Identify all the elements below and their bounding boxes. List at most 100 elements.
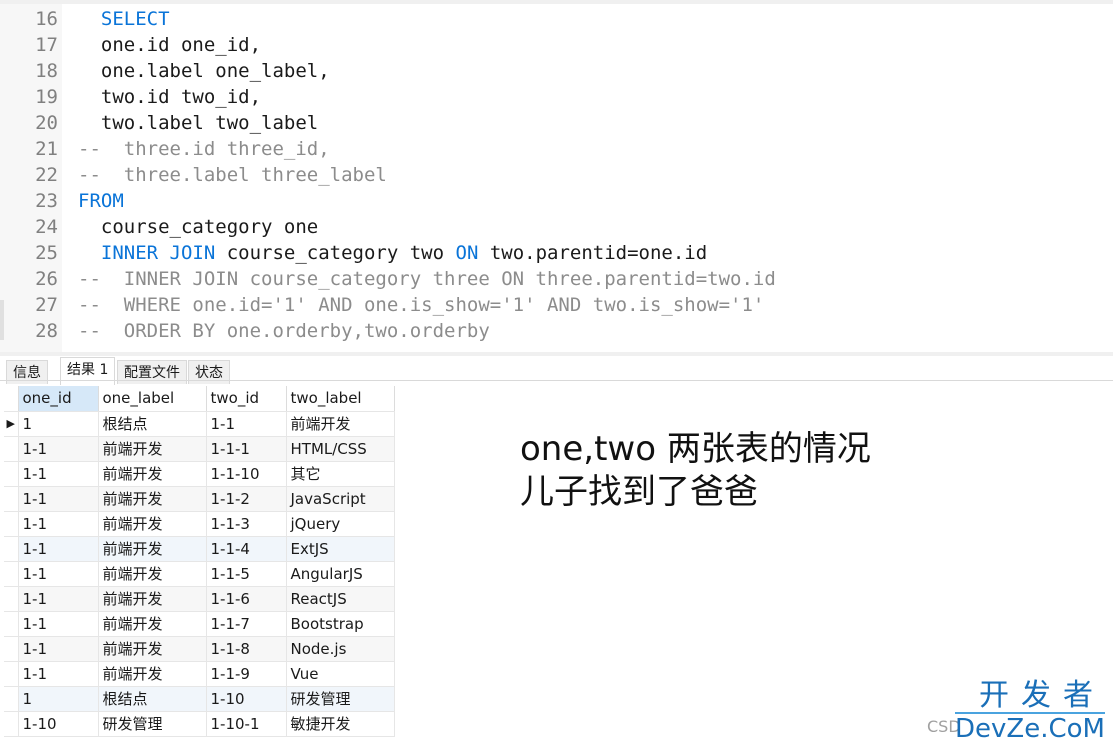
cell-one-id[interactable]: 1-1	[18, 661, 99, 687]
code-line[interactable]: 18 one.label one_label,	[0, 58, 330, 84]
cell-two-id[interactable]: 1-1	[206, 411, 287, 437]
cell-one-id[interactable]: 1-1	[18, 611, 99, 637]
row-indicator[interactable]	[4, 561, 19, 587]
cell-two-id[interactable]: 1-1-4	[206, 536, 287, 562]
column-header-one-label[interactable]: one_label	[98, 386, 207, 412]
cell-one-label[interactable]: 根结点	[98, 686, 207, 712]
cell-two-label[interactable]: jQuery	[286, 511, 395, 537]
code-line[interactable]: 27 -- WHERE one.id='1' AND one.is_show='1…	[0, 292, 764, 318]
cell-two-label[interactable]: HTML/CSS	[286, 436, 395, 462]
cell-two-label[interactable]: JavaScript	[286, 486, 395, 512]
cell-two-id[interactable]: 1-1-3	[206, 511, 287, 537]
annotation-line-2: 儿子找到了爸爸	[520, 472, 758, 512]
sql-editor[interactable]: 16 SELECT 17 one.id one_id, 18 one.label o…	[0, 0, 1113, 352]
table-row[interactable]: 1-1 前端开发 1-1-9 Vue	[4, 661, 395, 687]
table-row[interactable]: 1-1 前端开发 1-1-2 JavaScript	[4, 486, 395, 512]
cell-one-label[interactable]: 前端开发	[98, 536, 207, 562]
cell-one-id[interactable]: 1-1	[18, 536, 99, 562]
cell-one-label[interactable]: 前端开发	[98, 511, 207, 537]
column-header-one-id[interactable]: one_id	[18, 386, 99, 412]
result-grid[interactable]: one_id one_label two_id two_label ▶ 1 根结点 1…	[4, 386, 395, 737]
cell-two-label[interactable]: 前端开发	[286, 411, 395, 437]
cell-one-label[interactable]: 前端开发	[98, 561, 207, 587]
cell-two-label[interactable]: Vue	[286, 661, 395, 687]
cell-one-id[interactable]: 1	[18, 686, 99, 712]
cell-one-id[interactable]: 1-1	[18, 486, 99, 512]
cell-one-label[interactable]: 前端开发	[98, 436, 207, 462]
column-header-two-id[interactable]: two_id	[206, 386, 287, 412]
cell-one-id[interactable]: 1-1	[18, 461, 99, 487]
code-line[interactable]: 25 INNER JOIN course_category two ON two…	[0, 240, 707, 266]
cell-two-id[interactable]: 1-1-5	[206, 561, 287, 587]
cell-one-label[interactable]: 前端开发	[98, 461, 207, 487]
table-row[interactable]: 1 根结点 1-10 研发管理	[4, 686, 395, 712]
cell-one-label[interactable]: 研发管理	[98, 711, 207, 737]
code-line[interactable]: 21 -- three.id three_id,	[0, 136, 330, 162]
cell-one-id[interactable]: 1-1	[18, 511, 99, 537]
cell-one-label[interactable]: 前端开发	[98, 611, 207, 637]
current-row-indicator-icon[interactable]: ▶	[4, 411, 19, 437]
cell-one-id[interactable]: 1-1	[18, 436, 99, 462]
cell-one-label[interactable]: 根结点	[98, 411, 207, 437]
table-row[interactable]: 1-1 前端开发 1-1-4 ExtJS	[4, 536, 395, 562]
code-line[interactable]: 17 one.id one_id,	[0, 32, 261, 58]
code-line[interactable]: 20 two.label two_label	[0, 110, 318, 136]
cell-one-id[interactable]: 1-1	[18, 561, 99, 587]
code-line[interactable]: 19 two.id two_id,	[0, 84, 261, 110]
cell-one-label[interactable]: 前端开发	[98, 486, 207, 512]
table-row[interactable]: ▶ 1 根结点 1-1 前端开发	[4, 411, 395, 437]
cell-one-id[interactable]: 1-10	[18, 711, 99, 737]
code-line[interactable]: 24 course_category one	[0, 214, 318, 240]
row-indicator-header	[4, 386, 19, 412]
cell-one-id[interactable]: 1-1	[18, 586, 99, 612]
cell-two-label[interactable]: 敏捷开发	[286, 711, 395, 737]
cell-one-label[interactable]: 前端开发	[98, 661, 207, 687]
code-line[interactable]: 28 -- ORDER BY one.orderby,two.orderby	[0, 318, 490, 344]
row-indicator[interactable]	[4, 536, 19, 562]
cell-two-id[interactable]: 1-1-7	[206, 611, 287, 637]
row-indicator[interactable]	[4, 686, 19, 712]
row-indicator[interactable]	[4, 461, 19, 487]
cell-two-label[interactable]: 研发管理	[286, 686, 395, 712]
table-row[interactable]: 1-1 前端开发 1-1-10 其它	[4, 461, 395, 487]
code-line[interactable]: 16 SELECT	[0, 6, 169, 32]
row-indicator[interactable]	[4, 586, 19, 612]
cell-one-id[interactable]: 1-1	[18, 636, 99, 662]
cell-two-id[interactable]: 1-10	[206, 686, 287, 712]
cell-two-label[interactable]: Bootstrap	[286, 611, 395, 637]
editor-scrollbar[interactable]	[0, 300, 4, 340]
table-row[interactable]: 1-1 前端开发 1-1-7 Bootstrap	[4, 611, 395, 637]
cell-two-id[interactable]: 1-1-2	[206, 486, 287, 512]
cell-two-id[interactable]: 1-1-9	[206, 661, 287, 687]
row-indicator[interactable]	[4, 711, 19, 737]
cell-two-id[interactable]: 1-1-8	[206, 636, 287, 662]
cell-two-id[interactable]: 1-1-1	[206, 436, 287, 462]
cell-two-label[interactable]: 其它	[286, 461, 395, 487]
code-line[interactable]: 23 FROM	[0, 188, 124, 214]
cell-two-label[interactable]: ReactJS	[286, 586, 395, 612]
row-indicator[interactable]	[4, 611, 19, 637]
table-row[interactable]: 1-1 前端开发 1-1-5 AngularJS	[4, 561, 395, 587]
cell-two-id[interactable]: 1-1-6	[206, 586, 287, 612]
table-row[interactable]: 1-1 前端开发 1-1-8 Node.js	[4, 636, 395, 662]
cell-two-id[interactable]: 1-1-10	[206, 461, 287, 487]
row-indicator[interactable]	[4, 486, 19, 512]
table-row[interactable]: 1-10 研发管理 1-10-1 敏捷开发	[4, 711, 395, 737]
table-row[interactable]: 1-1 前端开发 1-1-3 jQuery	[4, 511, 395, 537]
cell-two-id[interactable]: 1-10-1	[206, 711, 287, 737]
cell-two-label[interactable]: Node.js	[286, 636, 395, 662]
code-line[interactable]: 26 -- INNER JOIN course_category three ON…	[0, 266, 776, 292]
cell-one-label[interactable]: 前端开发	[98, 636, 207, 662]
row-indicator[interactable]	[4, 436, 19, 462]
column-header-two-label[interactable]: two_label	[286, 386, 395, 412]
cell-one-id[interactable]: 1	[18, 411, 99, 437]
code-line[interactable]: 22 -- three.label three_label	[0, 162, 387, 188]
row-indicator[interactable]	[4, 636, 19, 662]
cell-one-label[interactable]: 前端开发	[98, 586, 207, 612]
table-row[interactable]: 1-1 前端开发 1-1-6 ReactJS	[4, 586, 395, 612]
cell-two-label[interactable]: ExtJS	[286, 536, 395, 562]
table-row[interactable]: 1-1 前端开发 1-1-1 HTML/CSS	[4, 436, 395, 462]
cell-two-label[interactable]: AngularJS	[286, 561, 395, 587]
row-indicator[interactable]	[4, 511, 19, 537]
row-indicator[interactable]	[4, 661, 19, 687]
